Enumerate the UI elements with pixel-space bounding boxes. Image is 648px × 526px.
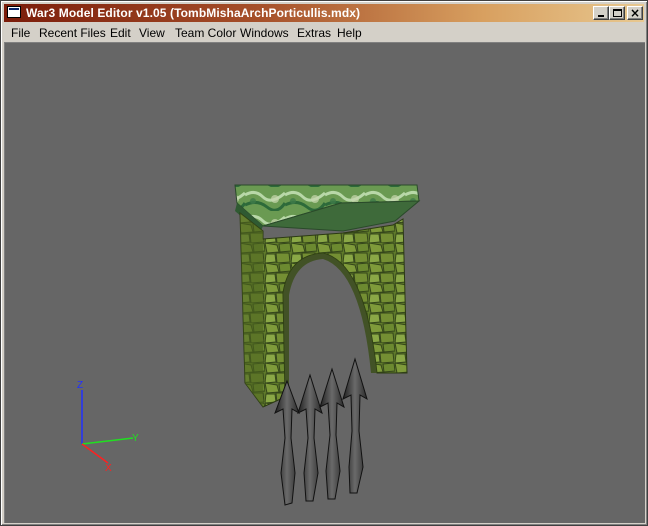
menu-windows[interactable]: Windows — [240, 26, 289, 40]
axis-gizmo: Z Y X — [77, 380, 139, 474]
z-axis-label: Z — [77, 380, 83, 391]
menu-bar: File Recent Files Edit View Team Color W… — [4, 23, 644, 42]
menu-extras[interactable]: Extras — [297, 26, 331, 40]
maximize-button[interactable] — [609, 6, 625, 20]
minimize-icon — [598, 15, 604, 17]
menu-edit[interactable]: Edit — [110, 26, 131, 40]
maximize-icon — [613, 9, 622, 17]
y-axis-label: Y — [132, 433, 139, 444]
title-bar[interactable]: War3 Model Editor v1.05 (TombMishaArchPo… — [4, 4, 644, 22]
x-axis-line — [81, 443, 109, 464]
x-axis-label: X — [105, 463, 112, 474]
arch-model — [234, 184, 421, 408]
menu-team-color[interactable]: Team Color — [175, 26, 236, 40]
close-button[interactable]: × — [627, 6, 643, 20]
y-axis-line — [81, 437, 134, 445]
model-viewport[interactable]: Z Y X — [4, 42, 645, 523]
close-icon: × — [629, 6, 641, 20]
app-window: War3 Model Editor v1.05 (TombMishaArchPo… — [0, 0, 648, 526]
menu-view[interactable]: View — [139, 26, 165, 40]
app-icon[interactable] — [7, 6, 21, 18]
menu-recent-files[interactable]: Recent Files — [39, 26, 106, 40]
window-title: War3 Model Editor v1.05 (TombMishaArchPo… — [26, 6, 361, 20]
minimize-button[interactable] — [593, 6, 609, 20]
menu-file[interactable]: File — [11, 26, 30, 40]
menu-help[interactable]: Help — [337, 26, 362, 40]
viewport-canvas[interactable]: Z Y X — [5, 43, 645, 523]
